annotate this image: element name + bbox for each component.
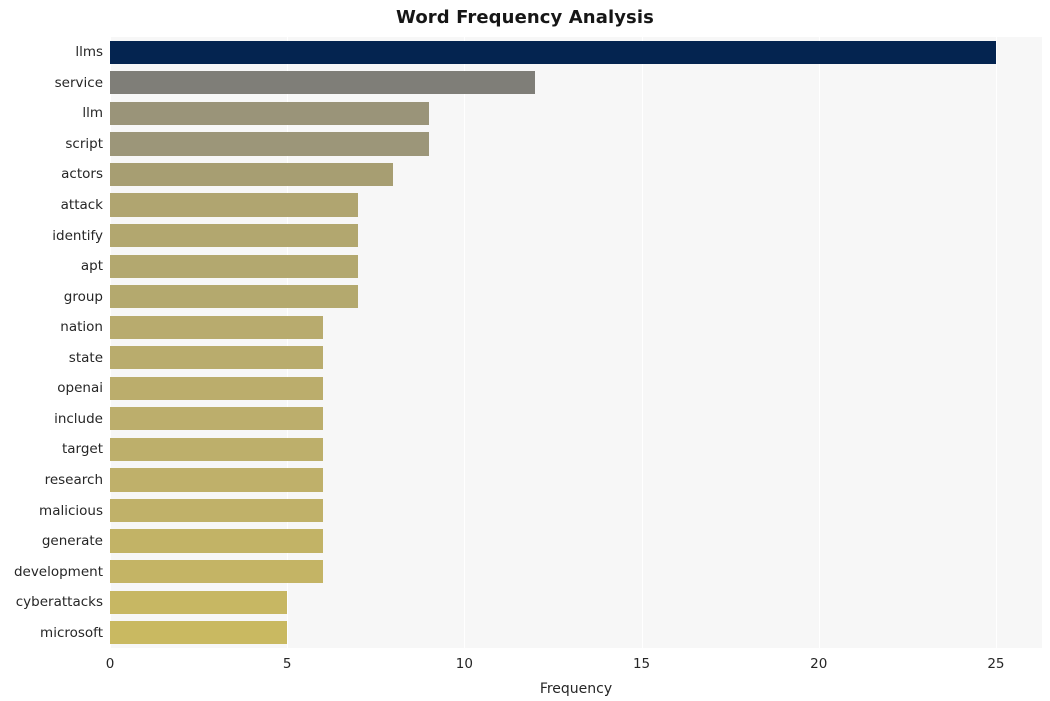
bar-malicious[interactable]	[110, 498, 323, 523]
bar-row	[110, 71, 1042, 95]
y-tick-label-apt: apt	[80, 258, 103, 275]
x-tick-label-15: 15	[632, 656, 651, 672]
y-tick-label-identify: identify	[52, 227, 103, 244]
y-tick-label-nation: nation	[60, 319, 103, 336]
bar-llms[interactable]	[110, 40, 996, 64]
bar-row	[110, 254, 1042, 278]
x-axis: Frequency 0 5 10 15 20 25	[0, 648, 1050, 701]
bar-state[interactable]	[110, 346, 323, 370]
bar-research[interactable]	[110, 468, 323, 492]
bar-row	[110, 468, 1042, 492]
y-tick-label-llms: llms	[75, 44, 103, 61]
bar-row	[110, 223, 1042, 248]
bar-row	[110, 621, 1042, 645]
bar-row	[110, 40, 1042, 64]
y-tick-label-state: state	[68, 349, 103, 366]
y-tick-label-group: group	[63, 288, 103, 305]
bar-row	[110, 376, 1042, 400]
chart-title: Word Frequency Analysis	[396, 7, 654, 28]
bar-row	[110, 101, 1042, 125]
y-tick-label-openai: openai	[57, 380, 103, 397]
bar-nation[interactable]	[110, 315, 323, 339]
bar-group[interactable]	[110, 285, 359, 309]
bar-apt[interactable]	[110, 254, 359, 278]
bar-row	[110, 529, 1042, 553]
y-tick-label-microsoft: microsoft	[40, 624, 103, 641]
bar-row	[110, 285, 1042, 309]
bar-actors[interactable]	[110, 162, 394, 187]
x-axis-title: Frequency	[539, 681, 613, 697]
y-tick-label-cyberattacks: cyberattacks	[15, 594, 103, 611]
bar-row	[110, 560, 1042, 584]
y-tick-label-script: script	[65, 135, 103, 152]
x-tick-label-5: 5	[282, 656, 292, 672]
x-tick-label-10: 10	[455, 656, 473, 672]
y-tick-label-target: target	[61, 441, 103, 458]
x-tick-label-25: 25	[987, 656, 1005, 672]
y-tick-label-generate: generate	[41, 533, 103, 550]
bar-llm[interactable]	[110, 101, 429, 125]
bar-microsoft[interactable]	[110, 621, 288, 645]
y-tick-label-include: include	[54, 410, 103, 427]
bar-row	[110, 315, 1042, 339]
bar-cyberattacks[interactable]	[110, 590, 288, 614]
bars-layer	[110, 37, 1042, 648]
bar-row	[110, 498, 1042, 523]
bar-row	[110, 193, 1042, 217]
bar-target[interactable]	[110, 437, 323, 462]
bar-development[interactable]	[110, 560, 323, 584]
y-axis-labels: llms service llm script actors attack identify…	[0, 37, 103, 648]
x-tick-label-0: 0	[105, 656, 115, 672]
bar-row	[110, 590, 1042, 614]
bar-script[interactable]	[110, 132, 429, 156]
bar-attack[interactable]	[110, 193, 359, 217]
y-tick-label-research: research	[44, 471, 103, 488]
x-tick-label-20: 20	[810, 656, 828, 672]
y-tick-label-attack: attack	[60, 197, 103, 214]
y-tick-label-actors: actors	[61, 166, 103, 183]
bar-include[interactable]	[110, 407, 323, 431]
y-tick-label-development: development	[13, 563, 103, 580]
bar-row	[110, 437, 1042, 462]
bar-generate[interactable]	[110, 529, 323, 553]
bar-identify[interactable]	[110, 223, 359, 248]
bar-service[interactable]	[110, 71, 536, 95]
chart-figure: Word Frequency Analysis llms service llm sc…	[0, 0, 1050, 701]
bar-openai[interactable]	[110, 376, 323, 400]
y-tick-label-llm: llm	[82, 105, 103, 122]
y-tick-label-service: service	[54, 74, 103, 91]
bar-row	[110, 132, 1042, 156]
plot-area	[110, 37, 1042, 648]
bar-row	[110, 346, 1042, 370]
bar-row	[110, 407, 1042, 431]
bar-row	[110, 162, 1042, 187]
y-tick-label-malicious: malicious	[39, 502, 103, 519]
